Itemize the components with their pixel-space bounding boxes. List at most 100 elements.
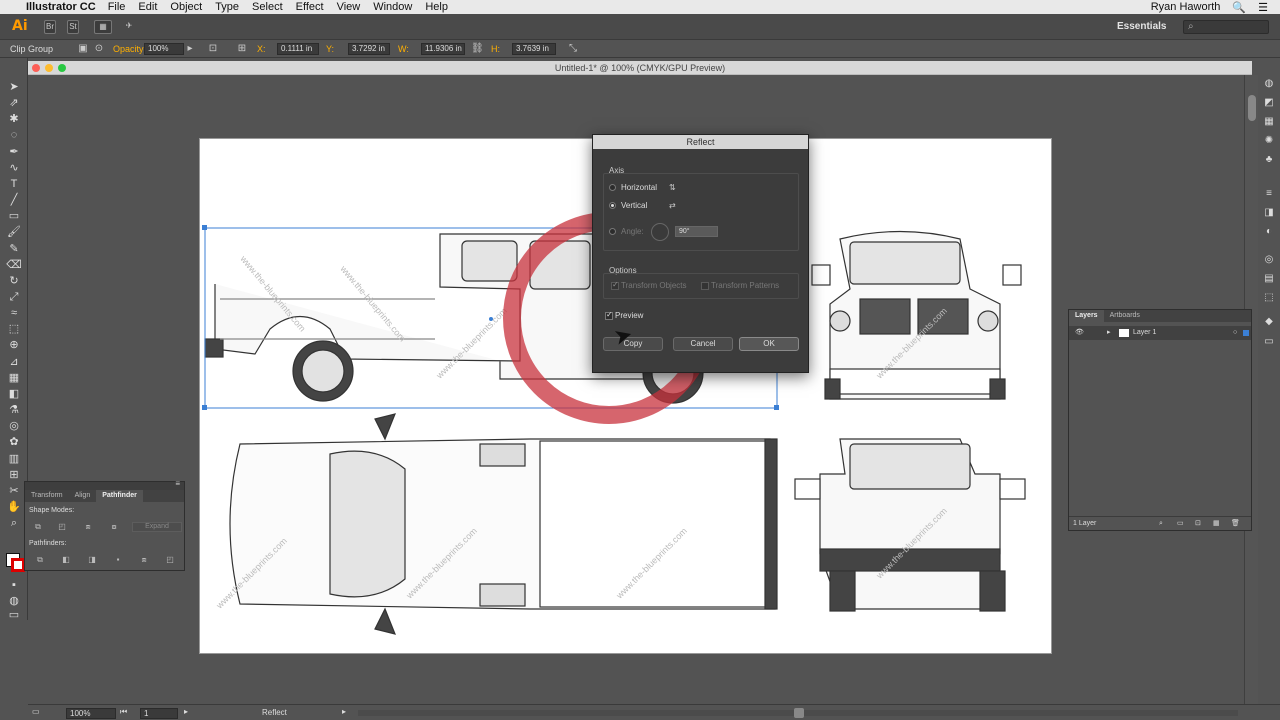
perspective-grid-tool-icon[interactable]: ⊿ — [6, 355, 22, 369]
align-icon[interactable]: ⊡ — [207, 43, 219, 55]
outline-icon[interactable]: ⧈ — [137, 555, 151, 565]
horizontal-label[interactable]: Horizontal — [621, 183, 657, 192]
appearance-panel-icon[interactable]: ◎ — [1262, 253, 1276, 267]
menu-file[interactable]: File — [108, 1, 126, 13]
opacity-field[interactable]: 100% — [144, 43, 184, 55]
preview-checkbox[interactable] — [605, 310, 613, 320]
workspace-switcher[interactable]: Essentials — [1117, 21, 1166, 32]
copy-button[interactable]: Copy — [603, 337, 663, 351]
layer-name[interactable]: Layer 1 — [1133, 326, 1156, 340]
menu-edit[interactable]: Edit — [138, 1, 157, 13]
panel-header[interactable]: ≡ — [25, 479, 184, 490]
warp-tool-icon[interactable]: ≈ — [6, 306, 22, 320]
gpu-performance-icon[interactable]: ✈ — [122, 20, 136, 34]
horizontal-radio[interactable] — [609, 184, 616, 191]
slice-tool-icon[interactable]: ✂ — [6, 484, 22, 498]
line-tool-icon[interactable]: ╱ — [6, 193, 22, 207]
tab-align[interactable]: Align — [69, 490, 97, 502]
stock-icon[interactable]: St — [67, 20, 79, 34]
direct-selection-tool-icon[interactable]: ⇗ — [6, 96, 22, 110]
color-guide-icon[interactable]: ◩ — [1262, 96, 1276, 110]
opacity-label[interactable]: Opacity: — [113, 44, 146, 54]
minus-front-icon[interactable]: ◰ — [55, 522, 69, 532]
expand-button[interactable]: Expand — [132, 522, 182, 532]
minimize-window-button[interactable] — [45, 64, 53, 72]
cancel-button[interactable]: Cancel — [673, 337, 733, 351]
y-field[interactable]: 3.7292 in — [348, 43, 390, 55]
menu-window[interactable]: Window — [373, 1, 412, 13]
preview-label[interactable]: Preview — [615, 311, 643, 320]
tab-layers[interactable]: Layers — [1069, 310, 1104, 322]
swatches-panel-icon[interactable]: ▦ — [1262, 115, 1276, 129]
screen-mode-icon[interactable]: ▭ — [6, 608, 22, 622]
layers-panel-icon[interactable]: ◆ — [1262, 315, 1276, 329]
create-sublayer-icon[interactable]: ⊡ — [1195, 517, 1201, 531]
x-field[interactable]: 0.1111 in — [277, 43, 319, 55]
menu-effect[interactable]: Effect — [296, 1, 324, 13]
transform-patterns-checkbox[interactable] — [701, 282, 709, 290]
first-artboard-icon[interactable]: ⏮ — [120, 707, 127, 717]
delete-layer-icon[interactable]: 🗑 — [1231, 517, 1240, 531]
artboard-tool-icon[interactable]: ⊞ — [6, 468, 22, 482]
artboard-navigation-icon[interactable]: ▭ — [32, 707, 40, 716]
pencil-tool-icon[interactable]: ✎ — [6, 242, 22, 256]
selection-tool-icon[interactable]: ➤ — [6, 80, 22, 94]
brushes-panel-icon[interactable]: ✺ — [1262, 134, 1276, 148]
eraser-tool-icon[interactable]: ⌫ — [6, 258, 22, 272]
constrain-proportions-icon[interactable]: ⛓ — [471, 43, 484, 55]
app-menu[interactable]: Illustrator CC — [26, 1, 96, 13]
target-circle-icon[interactable]: ○ — [1233, 326, 1237, 340]
lasso-tool-icon[interactable]: ◌ — [6, 128, 22, 142]
trim-icon[interactable]: ◧ — [59, 555, 73, 565]
user-name[interactable]: Ryan Haworth — [1151, 1, 1221, 13]
gradient-tool-icon[interactable]: ◧ — [6, 387, 22, 401]
color-panel-icon[interactable]: ◍ — [1262, 77, 1276, 91]
graphic-styles-icon[interactable]: ▤ — [1262, 272, 1276, 286]
stroke-panel-icon[interactable]: ≡ — [1262, 187, 1276, 201]
zoom-tool-icon[interactable]: ⌕ — [6, 516, 22, 530]
width-field[interactable]: 11.9306 in — [421, 43, 465, 55]
artboards-panel-icon[interactable]: ▭ — [1262, 335, 1276, 349]
menu-view[interactable]: View — [337, 1, 361, 13]
status-menu-icon[interactable]: ▸ — [342, 707, 346, 716]
transform-icon[interactable]: ⤡ — [567, 43, 579, 55]
zoom-level-field[interactable]: 100% — [66, 708, 116, 719]
locate-object-icon[interactable]: ⌕ — [1159, 517, 1163, 531]
menu-help[interactable]: Help — [425, 1, 448, 13]
transform-objects-checkbox[interactable] — [611, 280, 619, 290]
search-stock-input[interactable]: ⌕ — [1183, 20, 1269, 34]
type-tool-icon[interactable]: T — [6, 177, 22, 191]
menu-select[interactable]: Select — [252, 1, 283, 13]
make-clipping-mask-icon[interactable]: ▭ — [1177, 517, 1184, 531]
vertical-scroll-thumb[interactable] — [1248, 95, 1256, 121]
mesh-tool-icon[interactable]: ▦ — [6, 371, 22, 385]
angle-dial[interactable] — [651, 223, 669, 241]
next-artboard-icon[interactable]: ▸ — [184, 707, 188, 716]
close-window-button[interactable] — [32, 64, 40, 72]
eyedropper-tool-icon[interactable]: ⚗ — [6, 403, 22, 417]
stroke-swatch[interactable] — [11, 558, 25, 572]
unite-icon[interactable]: ⧉ — [31, 522, 45, 532]
pen-tool-icon[interactable]: ✒ — [6, 145, 22, 159]
ok-button[interactable]: OK — [739, 337, 799, 351]
vertical-label[interactable]: Vertical — [621, 201, 647, 210]
angle-radio[interactable] — [609, 228, 616, 235]
angle-input[interactable]: 90° — [675, 226, 718, 237]
layer-row[interactable]: 👁 ▸ Layer 1 ○ — [1069, 326, 1251, 340]
expand-layer-icon[interactable]: ▸ — [1107, 326, 1111, 340]
tab-transform[interactable]: Transform — [25, 490, 69, 502]
exclude-icon[interactable]: ⧇ — [107, 522, 121, 532]
rotate-tool-icon[interactable]: ↻ — [6, 274, 22, 288]
height-field[interactable]: 3.7639 in — [512, 43, 556, 55]
tab-pathfinder[interactable]: Pathfinder — [96, 490, 143, 502]
hand-tool-icon[interactable]: ✋ — [6, 500, 22, 514]
transform-panel-icon[interactable]: ⬚ — [1262, 291, 1276, 305]
symbols-panel-icon[interactable]: ♣ — [1262, 153, 1276, 167]
arrange-documents-icon[interactable]: ▦ — [94, 20, 112, 34]
symbol-sprayer-tool-icon[interactable]: ✿ — [6, 435, 22, 449]
paintbrush-tool-icon[interactable]: 🖌 — [6, 225, 22, 239]
tab-artboards[interactable]: Artboards — [1104, 310, 1146, 322]
merge-icon[interactable]: ◨ — [85, 555, 99, 565]
column-graph-tool-icon[interactable]: ▥ — [6, 452, 22, 466]
menu-type[interactable]: Type — [215, 1, 239, 13]
